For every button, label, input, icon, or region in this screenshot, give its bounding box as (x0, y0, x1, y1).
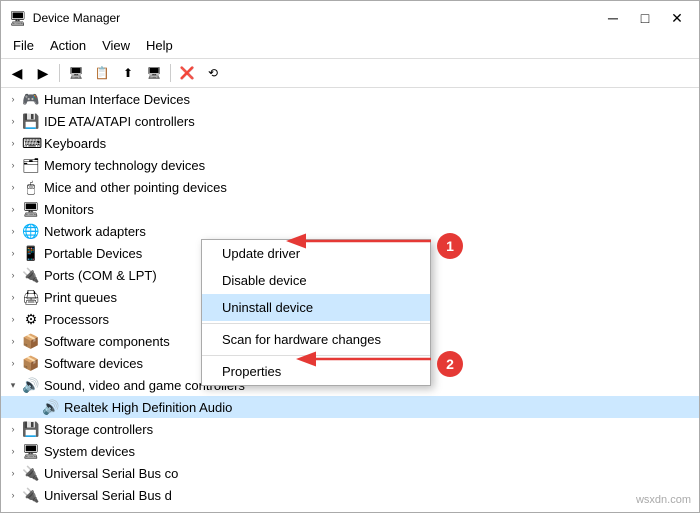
context-menu-separator (202, 355, 430, 356)
device-icon: 🎮 (22, 91, 40, 108)
device-icon: 💾 (22, 421, 40, 438)
tree-item-label: Network adapters (44, 224, 146, 239)
forward-button[interactable]: ▶ (31, 62, 55, 84)
tree-item[interactable]: ›💾 IDE ATA/ATAPI controllers (1, 110, 699, 132)
maximize-button[interactable]: □ (631, 7, 659, 29)
tree-item-label: Processors (44, 312, 109, 327)
device-icon: ⌨ (22, 135, 40, 152)
device-icon: 🖨 (22, 289, 40, 306)
tree-item-label: Human Interface Devices (44, 92, 190, 107)
scan-button[interactable]: 🖥 (142, 62, 166, 84)
expand-icon[interactable]: › (5, 292, 21, 302)
context-menu-item[interactable]: Disable device (202, 267, 430, 294)
tree-item-label: Monitors (44, 202, 94, 217)
toolbar: ◀ ▶ 🖥 📋 ⬆ 🖥 ❌ ⟲ (1, 59, 699, 88)
tree-item[interactable]: ›🔌 Universal Serial Bus co (1, 462, 699, 484)
tree-item[interactable]: ›🖥 System devices (1, 440, 699, 462)
context-menu-item[interactable]: Properties (202, 358, 430, 385)
tree-item-label: Memory technology devices (44, 158, 205, 173)
tree-item-label: IDE ATA/ATAPI controllers (44, 114, 195, 129)
expand-icon[interactable]: › (5, 424, 21, 434)
window-title: Device Manager (33, 11, 120, 25)
menu-file[interactable]: File (5, 35, 42, 56)
device-icon: 🖥 (22, 443, 40, 460)
expand-icon[interactable]: › (5, 358, 21, 368)
expand-icon[interactable]: › (5, 204, 21, 214)
tree-item-label: Software devices (44, 356, 143, 371)
expand-icon[interactable]: › (5, 336, 21, 346)
tree-item-label: Software components (44, 334, 170, 349)
expand-icon[interactable]: ▾ (5, 380, 21, 391)
expand-icon[interactable]: › (5, 94, 21, 104)
device-icon: 🖥 (22, 201, 40, 218)
tree-item[interactable]: ›🔌 Universal Serial Bus d (1, 484, 699, 506)
expand-icon[interactable]: › (5, 468, 21, 478)
menu-view[interactable]: View (94, 35, 138, 56)
context-menu-separator (202, 323, 430, 324)
tree-item[interactable]: ›🖱 Mice and other pointing devices (1, 176, 699, 198)
tree-item-label: Portable Devices (44, 246, 142, 261)
tree-item-label: System devices (44, 444, 135, 459)
tree-item-label: Keyboards (44, 136, 106, 151)
tree-item-label: Storage controllers (44, 422, 153, 437)
menu-bar: File Action View Help (1, 33, 699, 59)
menu-help[interactable]: Help (138, 35, 181, 56)
device-icon: 🔊 (42, 399, 60, 416)
app-icon: 🖥 (9, 10, 27, 27)
device-icon: 📦 (22, 333, 40, 350)
update-driver-button[interactable]: ⬆ (116, 62, 140, 84)
context-menu-item[interactable]: Update driver (202, 240, 430, 267)
device-icon: ⚙ (22, 311, 40, 328)
menu-action[interactable]: Action (42, 35, 94, 56)
tree-item[interactable]: ›🖥 Monitors (1, 198, 699, 220)
toolbar-sep-2 (170, 64, 171, 82)
tree-item-label: Ports (COM & LPT) (44, 268, 157, 283)
tree-item[interactable]: ›💾 Storage controllers (1, 418, 699, 440)
tree-item[interactable]: 🔊 Realtek High Definition Audio (1, 396, 699, 418)
device-icon: 📦 (22, 355, 40, 372)
device-icon: 🗂 (22, 157, 40, 174)
tree-item-label: Print queues (44, 290, 117, 305)
device-icon: 💾 (22, 113, 40, 130)
close-button[interactable]: ✕ (663, 7, 691, 29)
tree-item[interactable]: ›🗂 Memory technology devices (1, 154, 699, 176)
expand-icon[interactable]: › (5, 182, 21, 192)
refresh-button[interactable]: ⟲ (201, 62, 225, 84)
device-icon: 🖱 (22, 179, 40, 196)
tree-item-label: Universal Serial Bus d (44, 488, 172, 503)
expand-icon[interactable]: › (5, 248, 21, 258)
disable-button[interactable]: ❌ (175, 62, 199, 84)
expand-icon[interactable]: › (5, 226, 21, 236)
device-icon: 🔌 (22, 465, 40, 482)
device-icon: 🔌 (22, 487, 40, 504)
tree-item[interactable]: ›⌨ Keyboards (1, 132, 699, 154)
tree-item-label: Universal Serial Bus co (44, 466, 178, 481)
expand-icon[interactable]: › (5, 446, 21, 456)
context-menu[interactable]: Update driverDisable deviceUninstall dev… (201, 239, 431, 386)
device-icon: 🔌 (22, 267, 40, 284)
back-button[interactable]: ◀ (5, 62, 29, 84)
expand-icon[interactable]: › (5, 490, 21, 500)
context-menu-item[interactable]: Uninstall device (202, 294, 430, 321)
minimize-button[interactable]: ─ (599, 7, 627, 29)
properties-button[interactable]: 📋 (90, 62, 114, 84)
expand-icon[interactable]: › (5, 314, 21, 324)
expand-icon[interactable]: › (5, 160, 21, 170)
title-bar: 🖥 Device Manager ─ □ ✕ (1, 1, 699, 33)
window-controls: ─ □ ✕ (599, 7, 691, 29)
tree-item-label: Realtek High Definition Audio (64, 400, 232, 415)
expand-icon[interactable]: › (5, 116, 21, 126)
tree-item-label: Mice and other pointing devices (44, 180, 227, 195)
expand-icon[interactable]: › (5, 270, 21, 280)
expand-icon[interactable]: › (5, 138, 21, 148)
device-icon: 🌐 (22, 223, 40, 240)
toolbar-sep-1 (59, 64, 60, 82)
context-menu-item[interactable]: Scan for hardware changes (202, 326, 430, 353)
device-manager-button[interactable]: 🖥 (64, 62, 88, 84)
device-icon: 🔊 (22, 377, 40, 394)
device-icon: 📱 (22, 245, 40, 262)
tree-item[interactable]: ›🎮 Human Interface Devices (1, 88, 699, 110)
